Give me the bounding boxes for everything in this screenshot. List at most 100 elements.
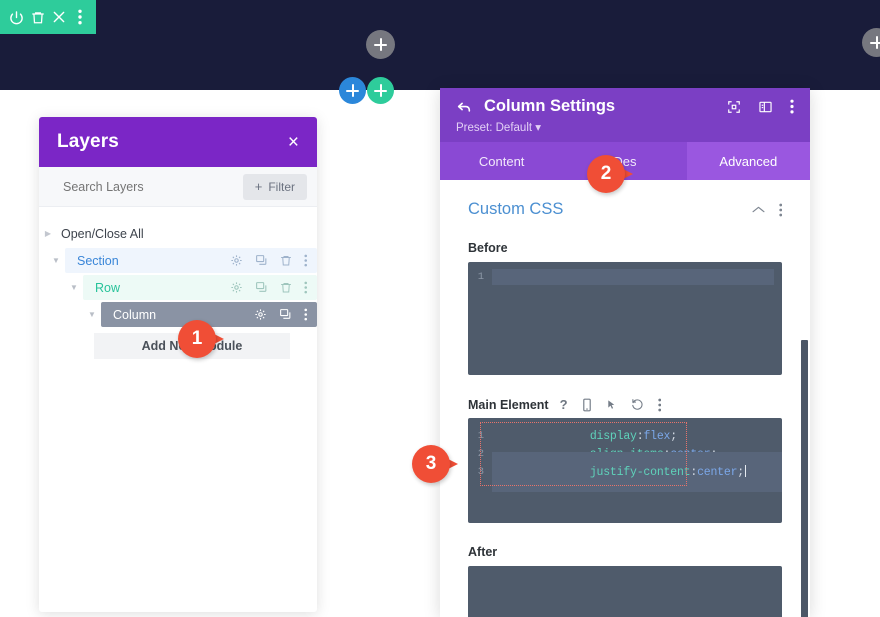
- duplicate-icon[interactable]: [255, 281, 268, 294]
- layer-label-column: Column: [113, 308, 156, 322]
- line-number: 2: [468, 448, 492, 460]
- settings-panel-title: Column Settings: [484, 97, 727, 116]
- more-vertical-icon[interactable]: [71, 8, 89, 26]
- line-number: 1: [468, 430, 492, 442]
- code-line-3: 3 justify-content:center;: [468, 463, 782, 481]
- chevron-up-icon[interactable]: [752, 205, 765, 214]
- more-vertical-icon[interactable]: [658, 398, 662, 412]
- more-vertical-icon[interactable]: [779, 203, 783, 217]
- after-field-label: After: [468, 545, 782, 559]
- trash-icon[interactable]: [29, 8, 47, 26]
- close-icon[interactable]: ×: [288, 133, 299, 152]
- main-element-label: Main Element: [468, 398, 549, 412]
- filter-button[interactable]: + Filter: [243, 174, 307, 200]
- more-vertical-icon[interactable]: [304, 254, 308, 267]
- css-property: justify-content: [590, 466, 691, 479]
- after-code-editor[interactable]: [468, 566, 782, 617]
- custom-css-actions: [752, 203, 783, 217]
- tab-advanced-label: Advanced: [719, 154, 777, 169]
- layers-panel-header: Layers ×: [39, 117, 317, 167]
- callout-number: 3: [412, 445, 450, 483]
- open-close-all-row[interactable]: ▶ Open/Close All: [39, 221, 317, 246]
- layer-row-section[interactable]: ▼ Section: [39, 248, 317, 273]
- before-field-label: Before: [468, 241, 782, 255]
- gear-icon[interactable]: [230, 281, 243, 294]
- custom-css-title: Custom CSS: [468, 200, 563, 219]
- expand-icon[interactable]: [727, 100, 741, 114]
- callout-marker-3: 3: [412, 445, 458, 483]
- callout-marker-2: 2: [587, 155, 633, 193]
- screen-root: Layers × + Filter ▶ Open/Close All ▼ Sec…: [0, 0, 880, 617]
- add-row-blue-button[interactable]: [339, 77, 366, 104]
- callout-marker-1: 1: [178, 320, 224, 358]
- add-section-gray-button[interactable]: [366, 30, 395, 59]
- duplicate-icon[interactable]: [279, 308, 292, 321]
- layer-row-row-body[interactable]: Row: [83, 275, 317, 300]
- main-element-code-editor[interactable]: 1 display:flex; 2 align-items:center;: [468, 418, 782, 523]
- more-vertical-icon[interactable]: [304, 308, 308, 321]
- add-module-green-button[interactable]: [367, 77, 394, 104]
- duplicate-icon[interactable]: [255, 254, 268, 267]
- layer-label-row: Row: [95, 281, 120, 295]
- text-caret: [745, 465, 746, 477]
- back-arrow-icon[interactable]: [456, 99, 472, 114]
- settings-header-actions: [727, 99, 794, 114]
- main-element-field-header: Main Element ?: [468, 397, 782, 412]
- gear-icon[interactable]: [230, 254, 243, 267]
- trash-icon[interactable]: [280, 281, 292, 294]
- more-vertical-icon[interactable]: [304, 281, 308, 294]
- help-icon[interactable]: ?: [560, 397, 568, 412]
- line-number: 1: [468, 271, 492, 283]
- layer-row-actions: [230, 281, 308, 294]
- tab-advanced[interactable]: Advanced: [687, 142, 810, 180]
- chevron-down-icon[interactable]: ▼: [83, 310, 101, 319]
- layers-panel: Layers × + Filter ▶ Open/Close All ▼ Sec…: [39, 117, 317, 612]
- settings-scrollbar[interactable]: [801, 340, 808, 617]
- layer-row-row[interactable]: ▼ Row: [39, 275, 317, 300]
- chevron-right-icon[interactable]: ▶: [39, 229, 57, 238]
- settings-content: Custom CSS Before: [440, 180, 810, 617]
- chevron-down-icon: ▾: [535, 122, 541, 134]
- layers-search-bar: + Filter: [39, 167, 317, 207]
- search-layers-input[interactable]: [63, 180, 213, 194]
- line-number: 3: [468, 466, 492, 478]
- layer-row-actions: [230, 254, 308, 267]
- layout-icon[interactable]: [758, 100, 773, 114]
- plus-icon: [346, 84, 359, 97]
- code-line-highlight: [492, 269, 774, 285]
- power-icon[interactable]: [8, 8, 26, 26]
- settings-panel-header: Column Settings: [440, 88, 810, 142]
- layer-label-section: Section: [77, 254, 119, 268]
- trash-icon[interactable]: [280, 254, 292, 267]
- callout-number: 2: [587, 155, 625, 193]
- layer-row-section-body[interactable]: Section: [65, 248, 317, 273]
- callout-number: 1: [178, 320, 216, 358]
- before-code-editor[interactable]: 1: [468, 262, 782, 375]
- tab-content-label: Content: [479, 154, 525, 169]
- main-element-tools: ?: [560, 397, 661, 412]
- reset-icon[interactable]: [631, 398, 644, 411]
- plus-icon: [374, 38, 387, 51]
- mobile-icon[interactable]: [582, 398, 592, 412]
- builder-canvas-dark-area: [0, 0, 880, 76]
- plus-icon: [870, 36, 880, 49]
- close-icon[interactable]: [50, 8, 68, 26]
- open-close-all-label: Open/Close All: [57, 227, 144, 241]
- tab-content[interactable]: Content: [440, 142, 563, 180]
- section-toolbar[interactable]: [0, 0, 96, 34]
- css-value: center: [697, 466, 737, 479]
- preset-label: Preset: Default: [456, 122, 532, 134]
- filter-button-label: Filter: [268, 180, 295, 194]
- plus-icon: [374, 84, 387, 97]
- css-semicolon: ;: [737, 466, 744, 479]
- before-code-line-1: 1: [468, 269, 782, 285]
- gear-icon[interactable]: [254, 308, 267, 321]
- chevron-down-icon[interactable]: ▼: [47, 256, 65, 265]
- layer-row-actions: [254, 308, 308, 321]
- cursor-icon[interactable]: [606, 398, 617, 412]
- layers-panel-title: Layers: [57, 131, 119, 153]
- preset-selector[interactable]: Preset: Default ▾: [456, 120, 794, 134]
- more-vertical-icon[interactable]: [790, 99, 794, 114]
- plus-icon: +: [255, 180, 263, 193]
- chevron-down-icon[interactable]: ▼: [65, 283, 83, 292]
